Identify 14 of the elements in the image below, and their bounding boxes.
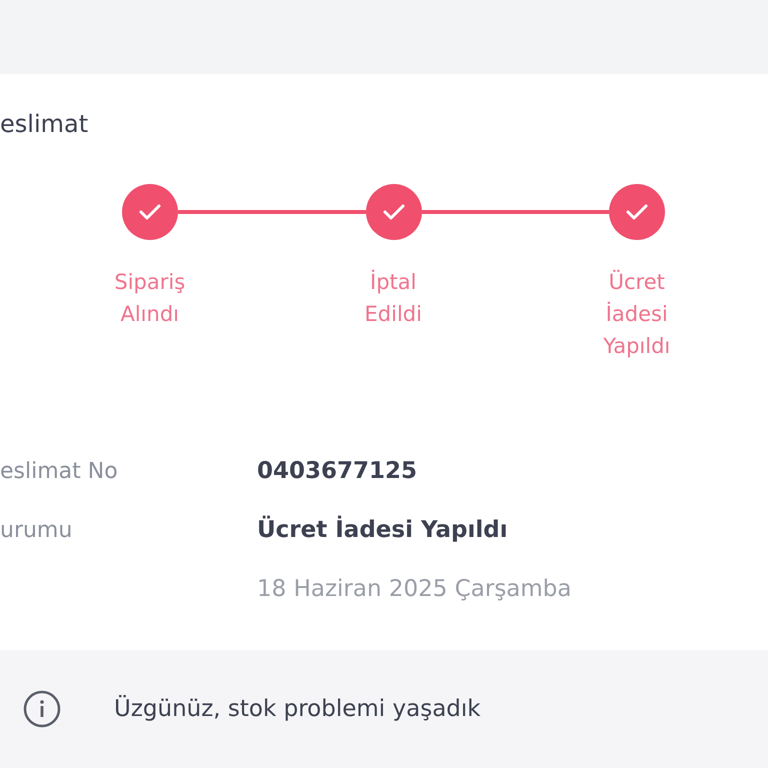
check-icon bbox=[625, 203, 649, 221]
detail-label: urumu bbox=[0, 517, 74, 545]
step-label: Sipariş Alındı bbox=[113, 269, 186, 328]
info-icon bbox=[22, 689, 62, 729]
check-icon bbox=[138, 203, 162, 221]
step-label: Ücret İadesi Yapıldı bbox=[602, 268, 672, 360]
detail-value: Ücret İadesi Yapıldı bbox=[257, 514, 508, 545]
detail-value: 0403677125 bbox=[257, 457, 418, 486]
section-title: eslimat bbox=[0, 110, 88, 138]
detail-label: eslimat No bbox=[0, 458, 119, 486]
notice-text: Üzgünüz, stok problemi yaşadık bbox=[114, 696, 481, 722]
step-label: İptal Edildi bbox=[364, 268, 423, 328]
detail-value: 18 Haziran 2025 Çarşamba bbox=[257, 575, 572, 604]
check-icon bbox=[382, 203, 406, 221]
